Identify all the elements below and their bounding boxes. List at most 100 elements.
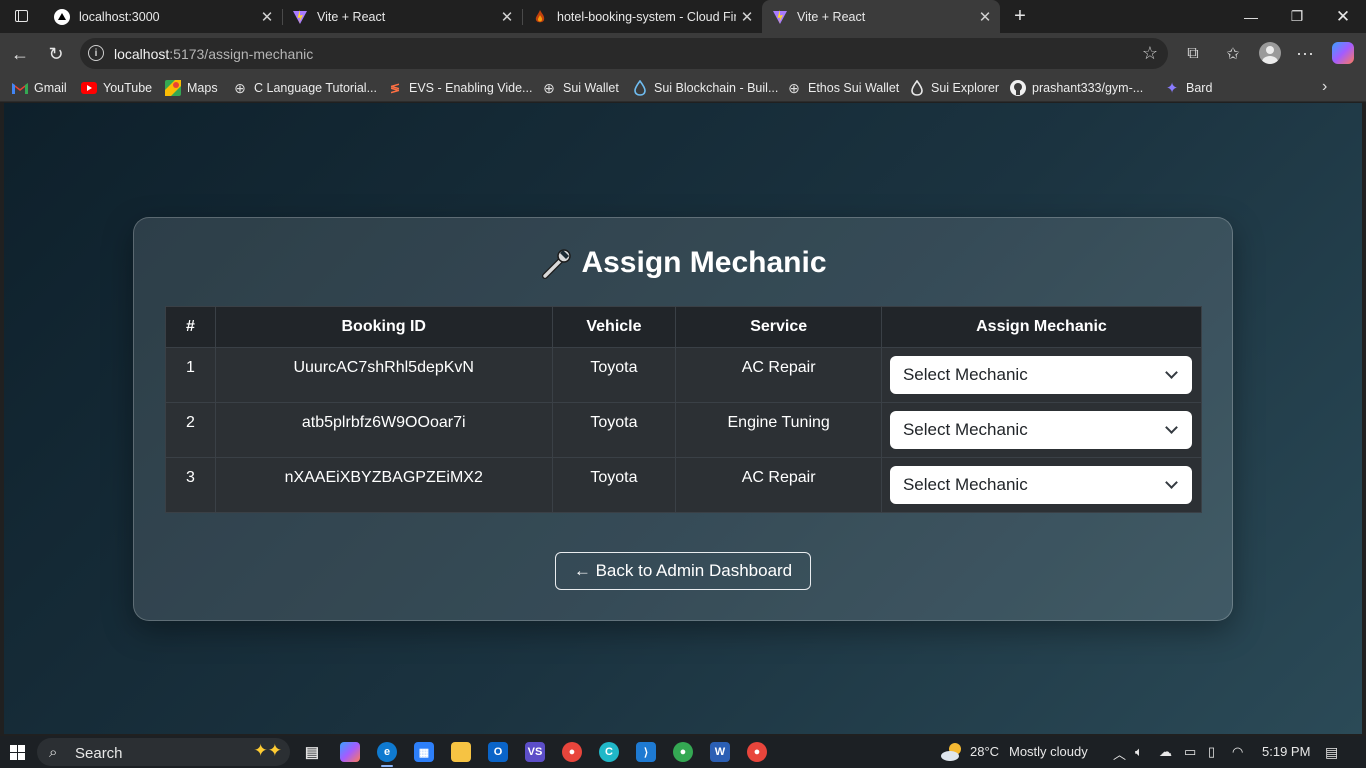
row-index: 2: [165, 402, 216, 458]
column-header-booking-id: Booking ID: [214, 306, 553, 348]
bookmark-maps[interactable]: Maps: [165, 79, 218, 97]
close-icon[interactable]: ✕: [736, 6, 758, 28]
copilot-icon[interactable]: [1332, 42, 1354, 64]
booking-id-cell: nXAAEiXBYZBAGPZEiMX2: [214, 457, 553, 513]
extensions-icon[interactable]: ⧉: [1182, 43, 1204, 65]
close-icon[interactable]: ✕: [496, 6, 518, 28]
tab-localhost-3000[interactable]: localhost:3000 ✕: [44, 0, 283, 33]
table-header-row: # Booking ID Vehicle Service Assign Mech…: [165, 306, 1203, 348]
visual-studio-icon[interactable]: VS: [525, 742, 545, 762]
weather-description[interactable]: Mostly cloudy: [1009, 744, 1088, 759]
mechanic-select[interactable]: Select Mechanic: [889, 411, 1192, 449]
bookmark-c-language-tutorial[interactable]: ⊕ C Language Tutorial...: [232, 79, 377, 97]
restore-button[interactable]: ❐: [1274, 0, 1320, 33]
bard-icon: ✦: [1165, 80, 1179, 97]
favorite-star-icon[interactable]: ☆: [1142, 43, 1158, 64]
browser-tab-strip: localhost:3000 ✕ Vite + React ✕ hotel-bo…: [0, 0, 1366, 33]
close-icon[interactable]: ✕: [256, 6, 278, 28]
battery-icon[interactable]: ▭: [1184, 744, 1196, 760]
bookmark-sui-explorer[interactable]: Sui Explorer: [909, 79, 999, 97]
taskbar-search-text: Search: [75, 745, 123, 762]
tab-title: localhost:3000: [79, 9, 160, 24]
bookmark-github-gym[interactable]: prashant333/gym-...: [1010, 79, 1143, 97]
notifications-icon[interactable]: ▤: [1325, 744, 1338, 761]
tab-title: Vite + React: [797, 9, 866, 24]
service-cell: Engine Tuning: [675, 402, 882, 458]
assign-mechanic-cell: Select Mechanic: [880, 347, 1203, 403]
sui-drop-icon: [632, 80, 648, 96]
weather-temperature[interactable]: 28°C: [970, 744, 999, 759]
gmail-icon: [12, 80, 28, 96]
tab-actions-button[interactable]: [8, 4, 34, 28]
bookings-table: # Booking ID Vehicle Service Assign Mech…: [165, 306, 1203, 513]
wifi-icon[interactable]: ◠: [1232, 744, 1243, 760]
clock-time[interactable]: 5:19 PM: [1262, 744, 1310, 759]
mechanic-select[interactable]: Select Mechanic: [889, 466, 1192, 504]
page-title-text: Assign Mechanic: [581, 246, 827, 279]
booking-id-cell: UuurcAC7shRhl5depKvN: [214, 347, 553, 403]
canva-icon[interactable]: C: [599, 742, 619, 762]
page-title: Assign Mechanic: [134, 246, 1232, 280]
outlook-icon[interactable]: O: [488, 742, 508, 762]
vscode-icon[interactable]: ⟩: [636, 742, 656, 762]
file-explorer-icon[interactable]: [451, 742, 471, 762]
word-icon[interactable]: W: [710, 742, 730, 762]
mechanic-select[interactable]: Select Mechanic: [889, 356, 1192, 394]
phone-link-icon[interactable]: ▯: [1208, 744, 1215, 760]
globe-icon: ⊕: [234, 79, 246, 96]
service-cell: AC Repair: [675, 457, 882, 513]
vehicle-cell: Toyota: [551, 347, 677, 403]
site-info-icon[interactable]: i: [88, 45, 104, 61]
browser-toolbar: ← ↻ i localhost:5173/assign-mechanic ☆ ⧉…: [0, 33, 1366, 74]
close-icon[interactable]: ✕: [974, 6, 996, 28]
globe-icon: ⊕: [788, 79, 800, 96]
table-row: 2 atb5plrbfz6W9OOoar7i Toyota Engine Tun…: [165, 402, 1203, 458]
bookmark-bard[interactable]: ✦ Bard: [1164, 79, 1213, 97]
row-index: 3: [165, 457, 216, 513]
bookmark-youtube[interactable]: YouTube: [81, 79, 152, 97]
volume-icon[interactable]: 🔈︎: [1135, 744, 1143, 760]
edge-icon[interactable]: e: [377, 742, 397, 767]
bookmark-ethos-sui-wallet[interactable]: ⊕ Ethos Sui Wallet: [786, 79, 899, 97]
tab-vite-react-active[interactable]: Vite + React ✕: [762, 0, 1000, 33]
chevron-right-icon[interactable]: ›: [1322, 78, 1327, 96]
back-arrow-icon[interactable]: ←: [7, 41, 33, 67]
close-window-button[interactable]: ✕: [1320, 0, 1366, 33]
chrome-profile-icon[interactable]: ●: [673, 742, 693, 762]
weather-cloudy-icon: [941, 743, 961, 761]
bookmark-sui-blockchain[interactable]: Sui Blockchain - Buil...: [632, 79, 778, 97]
bookmark-sui-wallet[interactable]: ⊕ Sui Wallet: [541, 79, 619, 97]
tab-vite-react-1[interactable]: Vite + React ✕: [282, 0, 523, 33]
mechanic-select-value: Select Mechanic: [902, 365, 1028, 384]
windows-start-icon[interactable]: [10, 745, 25, 760]
row-index: 1: [165, 347, 216, 403]
globe-icon: ⊕: [543, 79, 555, 96]
chrome-icon[interactable]: ●: [562, 742, 582, 762]
copilot-app-icon[interactable]: [340, 742, 360, 762]
evs-icon: ≶: [389, 81, 401, 95]
chrome-profile-2-icon[interactable]: ●: [747, 742, 767, 762]
minimize-button[interactable]: —: [1228, 0, 1274, 33]
chevron-up-icon[interactable]: ︿: [1113, 744, 1126, 763]
address-bar[interactable]: i localhost:5173/assign-mechanic ☆: [80, 38, 1168, 69]
chevron-down-icon: [1165, 476, 1178, 489]
back-to-admin-dashboard-button[interactable]: ← Back to Admin Dashboard: [555, 552, 811, 590]
service-cell: AC Repair: [675, 347, 882, 403]
bookmark-evs[interactable]: ≶ EVS - Enabling Vide...: [387, 79, 533, 97]
favorites-icon[interactable]: ✩: [1222, 43, 1244, 65]
store-icon[interactable]: ▦: [414, 742, 434, 762]
tab-title: hotel-booking-system - Cloud Fir: [557, 9, 736, 24]
new-tab-button[interactable]: +: [1008, 4, 1032, 28]
bookmark-gmail[interactable]: Gmail: [12, 79, 67, 97]
maps-icon: [165, 80, 181, 96]
mechanic-select-value: Select Mechanic: [902, 420, 1028, 439]
onedrive-cloud-icon[interactable]: ☁: [1159, 744, 1172, 760]
column-header-index: #: [165, 306, 216, 348]
task-view-icon[interactable]: ▤: [302, 742, 322, 762]
profile-avatar[interactable]: [1259, 42, 1281, 64]
refresh-icon[interactable]: ↻: [43, 41, 69, 67]
more-menu-icon[interactable]: ⋯: [1294, 43, 1316, 65]
taskbar-search[interactable]: ⌕ Search ✦✦: [37, 738, 290, 766]
assign-mechanic-card: Assign Mechanic # Booking ID Vehicle Ser…: [133, 217, 1233, 621]
tab-hotel-booking-system[interactable]: hotel-booking-system - Cloud Fir ✕: [522, 0, 763, 33]
